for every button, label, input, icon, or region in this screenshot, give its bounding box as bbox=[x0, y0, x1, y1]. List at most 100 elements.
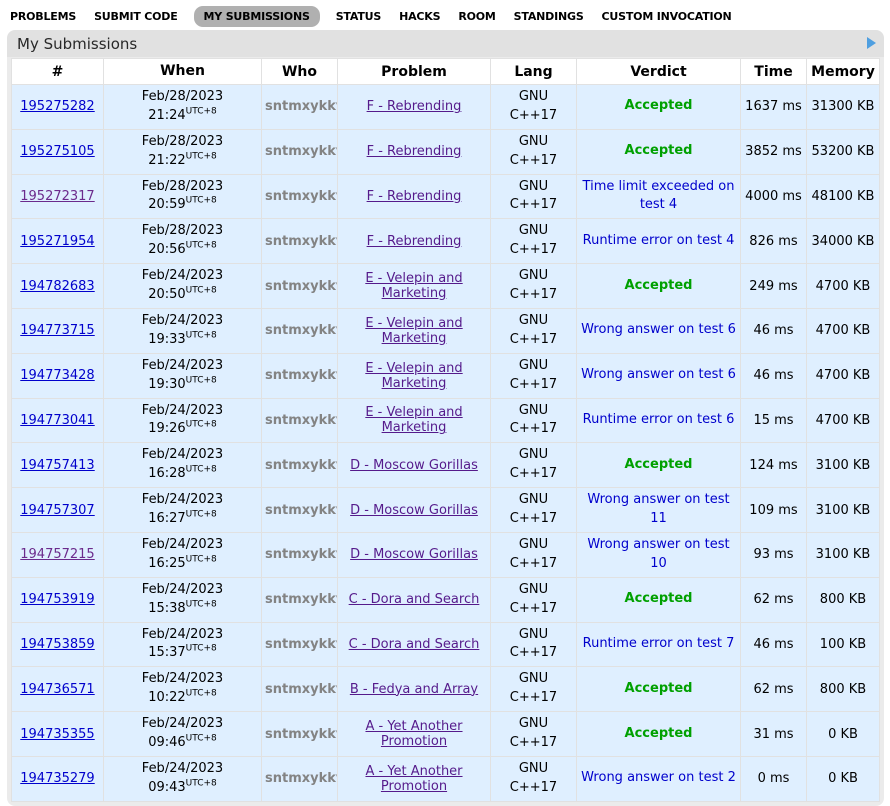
nav-item-standings[interactable]: STANDINGS bbox=[512, 6, 586, 27]
problem-link[interactable]: E - Velepin and Marketing bbox=[365, 405, 462, 435]
submission-id-link[interactable]: 194773041 bbox=[20, 413, 94, 428]
submission-date: Feb/28/2023 bbox=[142, 179, 223, 194]
submission-lang: GNU C++17 bbox=[491, 264, 577, 309]
submission-id-link[interactable]: 195275282 bbox=[20, 99, 94, 114]
submission-verdict: Accepted bbox=[625, 457, 693, 472]
problem-link[interactable]: C - Dora and Search bbox=[349, 592, 480, 607]
nav-item-room[interactable]: ROOM bbox=[456, 6, 497, 27]
column-header-when: When bbox=[104, 59, 262, 85]
submission-date: Feb/24/2023 bbox=[142, 671, 223, 686]
submission-id-link[interactable]: 194753919 bbox=[20, 592, 94, 607]
problem-link[interactable]: D - Moscow Gorillas bbox=[350, 547, 478, 562]
problem-link[interactable]: F - Rebrending bbox=[367, 189, 462, 204]
problem-link[interactable]: C - Dora and Search bbox=[349, 637, 480, 652]
submission-lang: GNU C++17 bbox=[491, 174, 577, 219]
problem-link[interactable]: F - Rebrending bbox=[367, 144, 462, 159]
submission-time-of-day: 09:43 bbox=[148, 780, 185, 795]
submission-id-link[interactable]: 195275105 bbox=[20, 144, 94, 159]
submission-author-link[interactable]: sntmxykky bbox=[265, 189, 338, 204]
submission-id-link[interactable]: 194757413 bbox=[20, 458, 94, 473]
problem-link[interactable]: B - Fedya and Array bbox=[350, 682, 478, 697]
submission-id-link[interactable]: 194757307 bbox=[20, 503, 94, 518]
nav-item-submit-code[interactable]: SUBMIT CODE bbox=[92, 6, 179, 27]
submission-author-link[interactable]: sntmxykky bbox=[265, 771, 338, 786]
problem-link[interactable]: F - Rebrending bbox=[367, 99, 462, 114]
submission-author-link[interactable]: sntmxykky bbox=[265, 144, 338, 159]
submission-verdict: Wrong answer on test 6 bbox=[581, 367, 736, 382]
submission-id-link[interactable]: 194735355 bbox=[20, 727, 94, 742]
submission-verdict: Runtime error on test 4 bbox=[583, 233, 735, 248]
submission-time-consumed: 46 ms bbox=[741, 308, 807, 353]
submission-id-link[interactable]: 195272317 bbox=[20, 189, 94, 204]
submission-lang: GNU C++17 bbox=[491, 667, 577, 712]
submission-lang: GNU C++17 bbox=[491, 85, 577, 130]
submission-id-link[interactable]: 194736571 bbox=[20, 682, 94, 697]
submission-time-of-day: 21:22 bbox=[148, 153, 185, 168]
collapse-arrow-icon[interactable] bbox=[867, 37, 876, 49]
submission-lang: GNU C++17 bbox=[491, 353, 577, 398]
submission-author-link[interactable]: sntmxykky bbox=[265, 413, 338, 428]
submission-id-link[interactable]: 194753859 bbox=[20, 637, 94, 652]
submission-row: 195272317 Feb/28/2023 20:59UTC+8 sntmxyk… bbox=[12, 174, 880, 219]
problem-link[interactable]: E - Velepin and Marketing bbox=[365, 316, 462, 346]
column-header-memory: Memory bbox=[807, 59, 880, 85]
submission-id-link[interactable]: 195271954 bbox=[20, 234, 94, 249]
submission-id-link[interactable]: 194782683 bbox=[20, 279, 94, 294]
submission-timezone: UTC+8 bbox=[186, 331, 217, 341]
submission-author-link[interactable]: sntmxykky bbox=[265, 727, 338, 742]
submission-author-link[interactable]: sntmxykky bbox=[265, 547, 338, 562]
nav-item-problems[interactable]: PROBLEMS bbox=[8, 6, 78, 27]
submission-time-of-day: 20:59 bbox=[148, 197, 185, 212]
submission-verdict: Accepted bbox=[625, 681, 693, 696]
submission-memory: 4700 KB bbox=[807, 308, 880, 353]
submission-time-consumed: 826 ms bbox=[741, 219, 807, 264]
nav-item-my-submissions[interactable]: MY SUBMISSIONS bbox=[194, 6, 320, 27]
problem-link[interactable]: D - Moscow Gorillas bbox=[350, 458, 478, 473]
submission-memory: 4700 KB bbox=[807, 398, 880, 443]
submission-author-link[interactable]: sntmxykky bbox=[265, 637, 338, 652]
submission-time-of-day: 15:38 bbox=[148, 601, 185, 616]
submission-id-link[interactable]: 194757215 bbox=[20, 547, 94, 562]
submission-row: 195271954 Feb/28/2023 20:56UTC+8 sntmxyk… bbox=[12, 219, 880, 264]
nav-item-hacks[interactable]: HACKS bbox=[397, 6, 442, 27]
problem-link[interactable]: A - Yet Another Promotion bbox=[365, 719, 462, 749]
submission-date: Feb/24/2023 bbox=[142, 761, 223, 776]
submission-author-link[interactable]: sntmxykky bbox=[265, 99, 338, 114]
column-header-who: Who bbox=[262, 59, 338, 85]
submission-timezone: UTC+8 bbox=[186, 375, 217, 385]
submission-verdict: Accepted bbox=[625, 726, 693, 741]
submission-date: Feb/28/2023 bbox=[142, 89, 223, 104]
submission-id-link[interactable]: 194735279 bbox=[20, 771, 94, 786]
submission-author-link[interactable]: sntmxykky bbox=[265, 592, 338, 607]
problem-link[interactable]: F - Rebrending bbox=[367, 234, 462, 249]
submission-lang: GNU C++17 bbox=[491, 756, 577, 801]
submission-date: Feb/24/2023 bbox=[142, 447, 223, 462]
submission-author-link[interactable]: sntmxykky bbox=[265, 368, 338, 383]
submission-memory: 4700 KB bbox=[807, 353, 880, 398]
submission-row: 194757307 Feb/24/2023 16:27UTC+8 sntmxyk… bbox=[12, 488, 880, 533]
submission-when: Feb/28/2023 21:22UTC+8 bbox=[104, 129, 262, 174]
submission-when: Feb/24/2023 10:22UTC+8 bbox=[104, 667, 262, 712]
submission-author-link[interactable]: sntmxykky bbox=[265, 458, 338, 473]
submission-row: 195275105 Feb/28/2023 21:22UTC+8 sntmxyk… bbox=[12, 129, 880, 174]
submission-id-link[interactable]: 194773428 bbox=[20, 368, 94, 383]
submission-author-link[interactable]: sntmxykky bbox=[265, 279, 338, 294]
nav-item-custom-invocation[interactable]: CUSTOM INVOCATION bbox=[600, 6, 734, 27]
submission-author-link[interactable]: sntmxykky bbox=[265, 503, 338, 518]
submission-author-link[interactable]: sntmxykky bbox=[265, 323, 338, 338]
problem-link[interactable]: D - Moscow Gorillas bbox=[350, 503, 478, 518]
submission-time-of-day: 19:33 bbox=[148, 332, 185, 347]
submission-time-consumed: 15 ms bbox=[741, 398, 807, 443]
problem-link[interactable]: E - Velepin and Marketing bbox=[365, 361, 462, 391]
problem-link[interactable]: E - Velepin and Marketing bbox=[365, 271, 462, 301]
submission-row: 194773715 Feb/24/2023 19:33UTC+8 sntmxyk… bbox=[12, 308, 880, 353]
problem-link[interactable]: A - Yet Another Promotion bbox=[365, 764, 462, 794]
column-header-problem: Problem bbox=[338, 59, 491, 85]
submission-time-consumed: 124 ms bbox=[741, 443, 807, 488]
submission-memory: 3100 KB bbox=[807, 532, 880, 577]
submission-date: Feb/24/2023 bbox=[142, 716, 223, 731]
submission-id-link[interactable]: 194773715 bbox=[20, 323, 94, 338]
submission-author-link[interactable]: sntmxykky bbox=[265, 682, 338, 697]
nav-item-status[interactable]: STATUS bbox=[334, 6, 383, 27]
submission-author-link[interactable]: sntmxykky bbox=[265, 234, 338, 249]
